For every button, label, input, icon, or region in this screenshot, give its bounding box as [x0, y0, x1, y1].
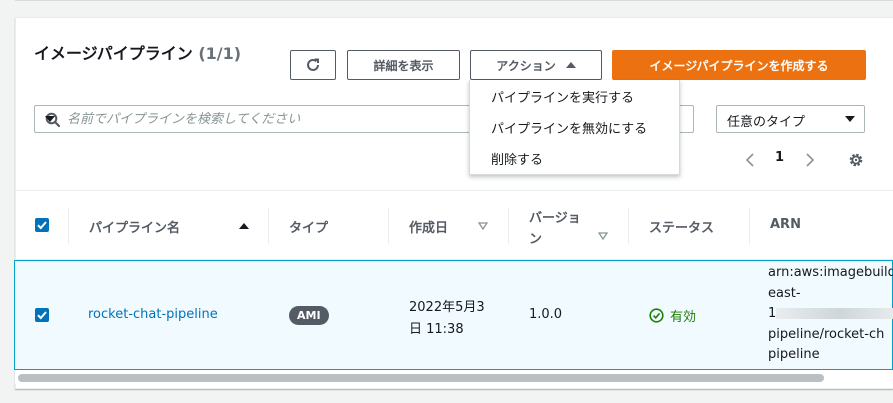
- caret-down-icon: [845, 116, 855, 122]
- sort-neutral-icon[interactable]: [598, 232, 608, 240]
- actions-label: アクション: [496, 58, 556, 73]
- actions-dropdown-menu: パイプラインを実行する パイプラインを無効にする 削除する: [469, 80, 680, 175]
- view-details-button[interactable]: 詳細を表示: [347, 50, 460, 80]
- column-divider: [508, 208, 509, 244]
- title-text: イメージパイプライン: [34, 44, 193, 63]
- check-icon: [37, 221, 47, 230]
- arn-line5: pipeline: [768, 347, 820, 362]
- success-check-circle-icon: [649, 308, 664, 323]
- column-divider: [749, 208, 750, 244]
- created-date-line2: 日 11:38: [409, 322, 464, 337]
- caret-down-icon: [45, 116, 55, 122]
- created-date-line1: 2022年5月3: [409, 300, 485, 315]
- arn-line1: arn:aws:imagebuild: [768, 265, 893, 280]
- type-badge: AMI: [289, 306, 329, 325]
- arn-line3-prefix: 1: [768, 306, 777, 321]
- pipeline-name-link[interactable]: rocket-chat-pipeline: [88, 307, 218, 322]
- column-header-created[interactable]: 作成日: [409, 217, 448, 236]
- status-label: 有効: [670, 310, 697, 325]
- column-header-status[interactable]: ステータス: [649, 217, 714, 236]
- version-value: 1.0.0: [529, 307, 563, 322]
- row-checkbox[interactable]: [35, 308, 49, 322]
- menu-item-delete[interactable]: 削除する: [491, 149, 543, 168]
- status-indicator: 有効: [649, 306, 696, 325]
- column-header-type[interactable]: タイプ: [289, 217, 328, 236]
- search-input[interactable]: [67, 109, 497, 129]
- menu-item-run-pipeline[interactable]: パイプラインを実行する: [491, 87, 634, 106]
- item-count: (1/1): [198, 44, 242, 63]
- caret-up-icon: [565, 62, 576, 68]
- redacted-account-id: [776, 308, 893, 319]
- arn-line3: 1i: [768, 306, 893, 321]
- arn-line4: pipeline/rocket-ch: [768, 327, 885, 342]
- column-header-arn[interactable]: ARN: [770, 217, 801, 232]
- prev-page-icon[interactable]: [744, 152, 756, 168]
- create-pipeline-button[interactable]: イメージパイプラインを作成する: [612, 50, 866, 80]
- arn-line2: east-: [768, 286, 801, 301]
- column-divider: [388, 208, 389, 244]
- previous-section-edge: [15, 0, 893, 3]
- sort-ascending-icon[interactable]: [239, 222, 249, 230]
- sort-neutral-icon[interactable]: [478, 222, 488, 230]
- column-header-version-line2[interactable]: ン: [529, 228, 542, 247]
- actions-button[interactable]: アクション: [470, 50, 602, 80]
- refresh-icon: [307, 58, 319, 71]
- next-page-icon[interactable]: [804, 152, 816, 168]
- column-header-version-line1[interactable]: バージョ: [529, 207, 581, 226]
- current-page[interactable]: 1: [775, 150, 784, 165]
- type-filter-value: 任意のタイプ: [727, 115, 806, 130]
- type-filter-select[interactable]: 任意のタイプ: [716, 105, 865, 133]
- column-divider: [68, 208, 69, 244]
- check-icon: [37, 311, 47, 320]
- table-header: パイプライン名 タイプ 作成日 バージョ ン ステータス ARN: [16, 190, 893, 260]
- page-title: イメージパイプライン (1/1): [34, 40, 241, 64]
- column-header-name[interactable]: パイプライン名: [89, 217, 180, 236]
- settings-icon[interactable]: [847, 151, 865, 169]
- select-all-checkbox[interactable]: [35, 218, 49, 232]
- table-row[interactable]: rocket-chat-pipeline AMI 2022年5月3 日 11:3…: [14, 260, 893, 370]
- scrollbar-thumb[interactable]: [18, 374, 824, 382]
- column-divider: [628, 208, 629, 244]
- column-divider: [268, 208, 269, 244]
- refresh-button[interactable]: [290, 50, 336, 80]
- menu-item-disable-pipeline[interactable]: パイプラインを無効にする: [491, 118, 647, 137]
